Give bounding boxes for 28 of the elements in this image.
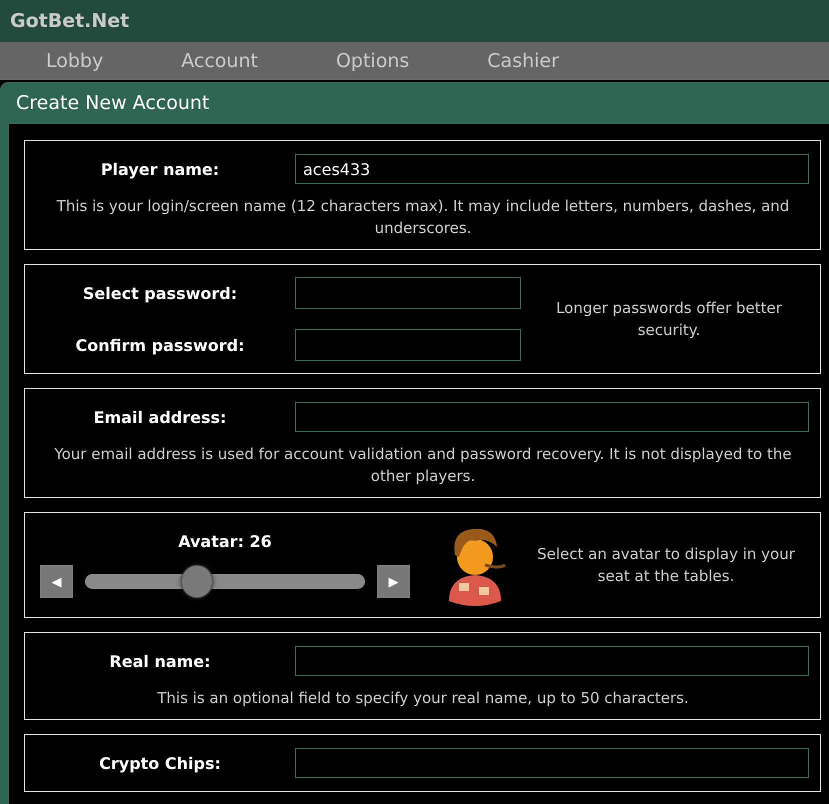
menu-item[interactable]: Account	[177, 50, 262, 72]
hint-text: Your email address is used for account validation and password recovery. It is not displayed to the other players.	[53, 444, 793, 487]
field-label: Real name:	[108, 652, 212, 670]
menu-item[interactable]: Options	[332, 50, 414, 72]
panel-title: Create New Account	[16, 92, 210, 114]
input-field[interactable]	[295, 646, 809, 676]
field-label: Email address:	[92, 408, 228, 426]
app-title: GotBet.Net	[10, 10, 130, 32]
hint-text: This is your login/screen name (12 characters max). It may include letters, numbers, dashes, and underscores.	[56, 196, 790, 239]
hint-text: This is an optional field to specify your real name, up to 50 characters.	[156, 688, 690, 709]
field-label: Confirm password:	[74, 336, 246, 354]
previous-button[interactable]: ◀	[40, 565, 73, 598]
slider-thumb[interactable]	[181, 565, 213, 598]
input-field[interactable]	[295, 402, 809, 432]
menu-item[interactable]: Lobby	[42, 50, 108, 72]
input-field[interactable]: aces433	[295, 154, 809, 184]
input-field[interactable]	[295, 748, 809, 778]
password-field[interactable]	[295, 277, 521, 309]
field-label: Crypto Chips:	[98, 754, 222, 772]
slider-track[interactable]	[85, 565, 365, 598]
note-text: Select an avatar to display in your seat at the tables.	[536, 544, 796, 587]
field-label: Select password:	[82, 284, 238, 302]
avatar-label: Avatar: 26	[178, 532, 272, 551]
field-label: Player name:	[100, 160, 220, 178]
note-text: Longer passwords offer better security.	[555, 298, 783, 341]
next-button[interactable]: ▶	[377, 565, 410, 598]
menu-item[interactable]: Cashier	[483, 50, 563, 72]
password-field[interactable]	[295, 329, 521, 361]
